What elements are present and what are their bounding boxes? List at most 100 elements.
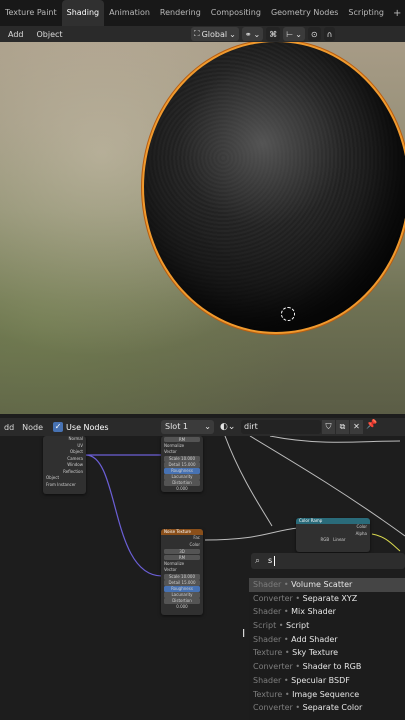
tab-animation[interactable]: Animation xyxy=(104,0,155,26)
proportional-edit-toggle[interactable]: ⊙ xyxy=(307,27,321,41)
result-name: Sky Texture xyxy=(292,648,339,658)
tab-scripting[interactable]: Scripting xyxy=(343,0,389,26)
viewport-tools: ⛶ Global ⌄ ⚭ ⌄ ⌘ ⊢ ⌄ ⊙ ∩ xyxy=(191,26,336,42)
falloff-dropdown[interactable]: ∩ xyxy=(323,27,336,41)
search-result-item[interactable]: Converter • Shader to RGB xyxy=(249,660,405,674)
distortion-field[interactable]: Distortion 0.000 xyxy=(164,480,200,491)
lacunarity-field[interactable]: Lacunarity 2.000 xyxy=(164,592,200,603)
chevron-down-icon: ⌄ xyxy=(229,29,236,39)
3d-cursor-icon xyxy=(281,307,295,321)
use-nodes-checkbox[interactable]: ✓ Use Nodes xyxy=(53,422,109,432)
result-name: Add Shader xyxy=(291,634,338,644)
material-buttons: ⛉ ⧉ ✕ xyxy=(322,420,363,434)
workspace-tab-bar: Texture Paint Shading Animation Renderin… xyxy=(0,0,405,26)
tab-compositing[interactable]: Compositing xyxy=(206,0,266,26)
link-grey-1 xyxy=(224,436,273,527)
roughness-field[interactable]: Roughness 0.800 xyxy=(164,586,200,597)
ramp-controls: RGB Linear xyxy=(296,537,370,544)
result-category: Texture xyxy=(253,689,283,699)
vector-input: Vector xyxy=(164,567,177,572)
pin-icon[interactable]: 📌 xyxy=(366,420,377,430)
material-slot-dropdown[interactable]: Slot 1 ⌄ xyxy=(161,420,214,434)
result-name: Volume Scatter xyxy=(291,580,353,589)
scale-field[interactable]: Scale 10.000 xyxy=(164,456,200,462)
node-menu-node[interactable]: Node xyxy=(18,423,47,432)
use-nodes-label: Use Nodes xyxy=(66,422,109,432)
scale-field[interactable]: Scale 10.000 xyxy=(164,574,200,580)
search-result-item[interactable]: Script • Script xyxy=(249,619,405,633)
result-category: Shader xyxy=(253,580,282,589)
color-mode-dropdown[interactable]: RGB xyxy=(320,537,329,544)
mouse-ibeam-cursor-icon: I xyxy=(242,627,246,640)
add-workspace-button[interactable]: + xyxy=(389,8,405,19)
snap-pivot-dropdown[interactable]: ⚭ ⌄ xyxy=(241,27,264,41)
viewport-header: Add Object ⛶ Global ⌄ ⚭ ⌄ ⌘ ⊢ ⌄ ⊙ ∩ xyxy=(0,26,405,42)
material-browse-button[interactable]: ◐⌄ xyxy=(220,420,240,434)
result-name: Separate Color xyxy=(302,703,363,713)
search-result-item[interactable]: Texture • Sky Texture xyxy=(249,646,405,660)
tab-geometry-nodes[interactable]: Geometry Nodes xyxy=(266,0,343,26)
texture-coordinate-node[interactable]: Normal UV Object Camera Window Reflectio… xyxy=(43,436,86,494)
result-name: Mix Shader xyxy=(291,607,336,617)
interpolation-dropdown[interactable]: Linear xyxy=(333,537,345,544)
noise-type-dropdown[interactable]: RM xyxy=(164,554,200,560)
slot-label: Slot 1 xyxy=(165,422,188,431)
search-result-item[interactable]: Shader • Specular BSDF xyxy=(249,674,405,688)
falloff-curve-icon: ∩ xyxy=(326,29,333,39)
unlink-material-button[interactable]: ✕ xyxy=(350,420,363,434)
color-ramp-node[interactable]: Color Ramp Color Alpha RGB Linear xyxy=(296,518,370,552)
snap-target-icon: ⊢ xyxy=(286,29,294,39)
viewport-menu-add[interactable]: Add xyxy=(0,30,29,39)
result-category: Shader xyxy=(253,675,282,685)
search-query: s xyxy=(268,556,273,565)
proportional-edit-icon: ⊙ xyxy=(310,29,318,39)
result-category: Converter xyxy=(253,662,293,672)
link-yellow xyxy=(371,533,401,552)
node-menu-add[interactable]: dd xyxy=(0,423,18,432)
result-category: Converter xyxy=(253,703,293,713)
link-grey-4 xyxy=(204,527,299,541)
search-result-item[interactable]: Texture • Image Sequence xyxy=(249,688,405,702)
roughness-field[interactable]: Roughness 0.800 xyxy=(164,468,200,479)
noise-type-dropdown[interactable]: RM xyxy=(164,436,200,442)
checkmark-icon: ✓ xyxy=(53,422,64,432)
selected-sphere-object[interactable] xyxy=(142,42,405,334)
distortion-field[interactable]: Distortion 0.000 xyxy=(164,598,200,609)
duplicate-material-button[interactable]: ⧉ xyxy=(336,420,349,434)
search-result-item[interactable]: Shader • Add Shader xyxy=(249,633,405,647)
search-result-item[interactable]: Shader • Volume Scatter xyxy=(249,578,405,592)
search-result-item[interactable]: Converter • Separate XYZ xyxy=(249,592,405,606)
3d-viewport[interactable] xyxy=(0,42,405,414)
result-category: Shader xyxy=(253,607,282,617)
result-name: Shader to RGB xyxy=(302,662,362,672)
orientation-label: Global xyxy=(201,29,228,39)
lacunarity-field[interactable]: Lacunarity 2.000 xyxy=(164,474,200,485)
noise-texture-node[interactable]: Noise Texture Fac Color 3D RM Normalize … xyxy=(161,529,203,615)
noise-texture-node-top[interactable]: RM Normalize Vector Scale 10.000 Detail … xyxy=(161,436,203,492)
snap-target-dropdown[interactable]: ⊢ ⌄ xyxy=(283,27,305,41)
result-name: Script xyxy=(286,621,310,631)
detail-field[interactable]: Detail 15.000 xyxy=(164,462,200,468)
snap-toggle[interactable]: ⌘ xyxy=(266,27,281,41)
from-instancer-checkbox[interactable]: From Instancer xyxy=(43,482,86,489)
search-result-item[interactable]: Shader • Mix Shader xyxy=(249,605,405,619)
magnet-icon: ⌘ xyxy=(269,29,278,39)
search-result-item[interactable]: Converter • Separate Color xyxy=(249,701,405,715)
tab-shading[interactable]: Shading xyxy=(61,0,105,26)
text-caret xyxy=(274,556,275,566)
dimensions-dropdown[interactable]: 3D xyxy=(164,548,200,554)
chevron-down-icon: ⌄ xyxy=(253,29,261,39)
chevron-down-icon: ⌄ xyxy=(204,422,211,431)
chevron-down-icon: ⌄ xyxy=(227,422,236,432)
node-search-field[interactable]: ⌕ s xyxy=(251,553,405,569)
material-name-field[interactable]: dirt xyxy=(241,420,321,434)
tab-rendering[interactable]: Rendering xyxy=(155,0,206,26)
tab-texture-paint[interactable]: Texture Paint xyxy=(0,0,62,26)
detail-field[interactable]: Detail 15.000 xyxy=(164,580,200,586)
orientation-dropdown[interactable]: ⛶ Global ⌄ xyxy=(191,27,239,41)
search-results-menu: Shader • Volume Scatter Converter • Sepa… xyxy=(249,578,405,720)
fake-user-shield-button[interactable]: ⛉ xyxy=(322,420,335,434)
result-category: Texture xyxy=(253,648,283,658)
viewport-menu-object[interactable]: Object xyxy=(29,30,68,39)
result-category: Shader xyxy=(253,634,282,644)
